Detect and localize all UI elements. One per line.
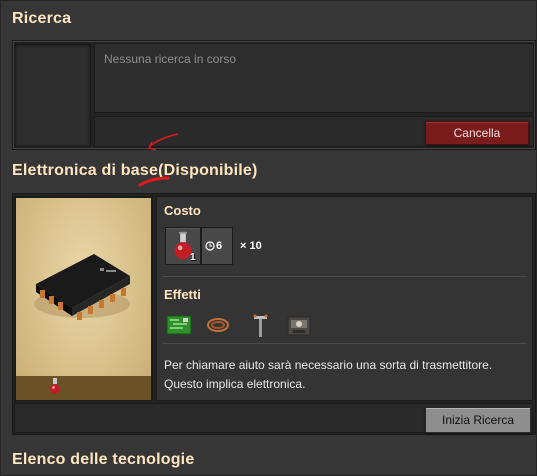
copper-wire-icon[interactable] <box>204 311 232 339</box>
cost-time: 6 <box>216 240 223 252</box>
electronic-chip-icon <box>34 254 130 320</box>
red-science-flask-icon <box>50 378 60 394</box>
technology-description: Per chiamare aiuto sarà necessario una s… <box>164 358 493 391</box>
research-status: Nessuna ricerca in corso <box>104 52 237 66</box>
technology-cost-strip <box>16 376 151 400</box>
research-icon-slot <box>14 43 91 147</box>
red-annotation-mark <box>138 133 179 187</box>
start-research-button[interactable]: Inizia Ricerca <box>425 407 531 433</box>
tech-list-title: Elenco delle tecnologie <box>12 451 195 468</box>
cost-title: Costo <box>164 203 201 218</box>
effects-title: Effetti <box>164 287 201 302</box>
divider <box>163 343 527 344</box>
cancel-button[interactable]: Cancella <box>425 121 529 145</box>
circuit-board-icon[interactable] <box>165 311 193 339</box>
research-title: Ricerca <box>12 10 72 27</box>
cost-multiplier: × 10 <box>240 240 262 252</box>
small-pole-icon[interactable] <box>247 311 275 339</box>
clock-icon <box>205 241 215 251</box>
machine-icon[interactable] <box>285 311 313 339</box>
divider <box>163 276 527 277</box>
cost-ingredient-count: 1 <box>190 252 196 263</box>
